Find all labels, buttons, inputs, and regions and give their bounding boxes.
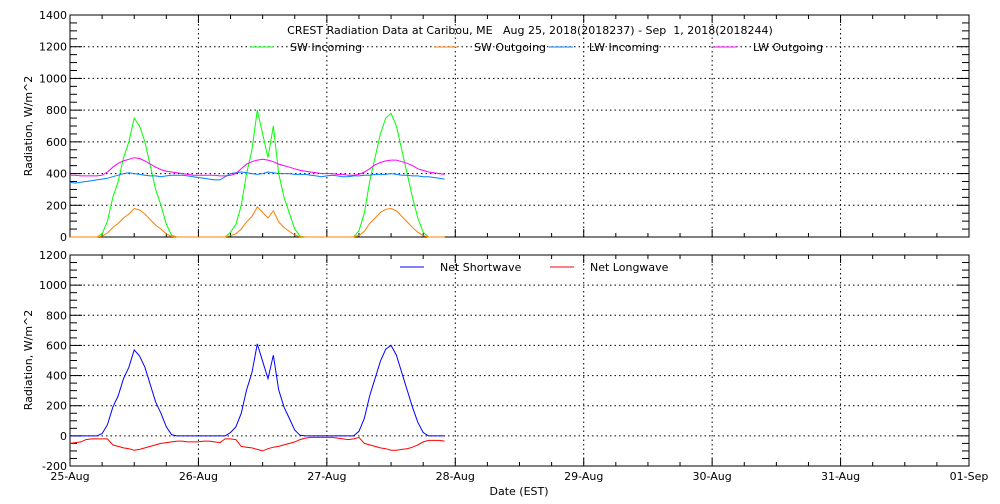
legend-label: LW Incoming [589, 41, 659, 54]
top-y-tick-label: 0 [60, 231, 67, 244]
chart-title: CREST Radiation Data at Caribou, ME Aug … [287, 24, 773, 37]
bottom-y-axis-label: Radiation, W/m^2 [22, 310, 35, 411]
x-axis-label: Date (EST) [489, 485, 548, 498]
bottom-y-tick-label: 200 [46, 400, 67, 413]
bottom-plot-frame [69, 254, 970, 467]
x-tick-label: 30-Aug [693, 470, 732, 483]
x-tick-label: 01-Sep [950, 470, 989, 483]
top-y-tick-label: 600 [46, 136, 67, 149]
bottom-y-tick-label: 400 [46, 370, 67, 383]
bottom-y-tick-label: 800 [46, 309, 67, 322]
top-y-tick-label: 400 [46, 168, 67, 181]
series-line-sw-outgoing [70, 206, 445, 238]
legend-label: LW Outgoing [753, 41, 823, 54]
x-tick-label: 31-Aug [821, 470, 860, 483]
bottom-y-tick-label: 1000 [39, 279, 67, 292]
series-line-net-shortwave [70, 343, 445, 437]
legend-label: SW Incoming [290, 41, 362, 54]
top-y-tick-label: 200 [46, 199, 67, 212]
radiation-chart: CREST Radiation Data at Caribou, ME Aug … [22, 9, 989, 498]
x-tick-label: 28-Aug [436, 470, 475, 483]
bottom-y-tick-label: 600 [46, 339, 67, 352]
x-tick-label: 27-Aug [307, 470, 346, 483]
legend-label: Net Shortwave [440, 261, 522, 274]
bottom-y-tick-label: 0 [60, 430, 67, 443]
top-y-tick-label: 1200 [39, 41, 67, 54]
top-y-axis-label: Radiation, W/m^2 [22, 76, 35, 177]
top-y-tick-label: 1000 [39, 72, 67, 85]
legend-label: SW Outgoing [474, 41, 546, 54]
top-y-tick-label: 1400 [39, 9, 67, 22]
top-y-tick-label: 800 [46, 104, 67, 117]
series-line-net-longwave [69, 436, 445, 452]
bottom-y-tick-label: 1200 [39, 249, 67, 262]
x-tick-label: 25-Aug [50, 470, 89, 483]
legend-label: Net Longwave [590, 261, 669, 274]
series-line-lw-incoming [69, 171, 445, 184]
x-tick-label: 26-Aug [179, 470, 218, 483]
x-tick-label: 29-Aug [564, 470, 603, 483]
